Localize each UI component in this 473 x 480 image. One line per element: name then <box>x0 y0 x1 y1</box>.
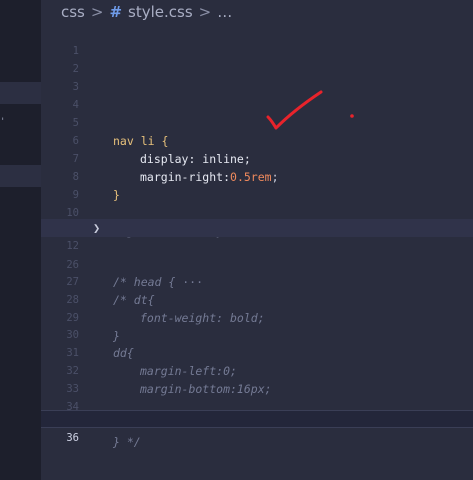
code-line[interactable]: 4 <box>41 78 473 111</box>
breadcrumb-symbols[interactable]: … <box>217 3 232 21</box>
code-line[interactable]: 33 <box>41 362 473 395</box>
code-line[interactable]: 29 } <box>41 291 473 343</box>
code-line[interactable]: 10 /*gestalten Body*/ <box>41 186 473 238</box>
code-line[interactable]: 6 display: inline; <box>41 114 473 166</box>
code-line[interactable]: 9 <box>41 168 473 201</box>
side-panel-tick: ' <box>0 117 6 127</box>
editor-window: ' css > # style.css > … 1 2 3 4 5 nav li… <box>0 0 473 480</box>
side-panel-item[interactable] <box>0 165 41 187</box>
code-line[interactable]: 30 dd{ <box>41 308 473 360</box>
side-panel: ' <box>0 0 41 480</box>
code-line[interactable]: 1 <box>41 24 473 57</box>
code-line[interactable]: 5 nav li { <box>41 96 473 148</box>
code-line[interactable]: 32 margin-bottom:16px; <box>41 344 473 396</box>
line-number: 36 <box>66 432 79 444</box>
code-line[interactable]: 28 font-weight: bold; <box>41 273 473 325</box>
breadcrumb-separator: > <box>198 3 212 21</box>
code-line[interactable]: 31 margin-left:0; <box>41 326 473 378</box>
folded-code-line[interactable]: 12 ❯ /* head { ··· <box>41 219 473 289</box>
code-line[interactable]: 7 margin-right:0.5rem; <box>41 132 473 184</box>
css-comment: } */ <box>113 435 141 449</box>
breadcrumb-folder[interactable]: css <box>61 3 85 21</box>
code-line[interactable]: 8 } <box>41 150 473 202</box>
css-file-icon: # <box>109 3 123 21</box>
side-panel-item[interactable] <box>0 82 41 104</box>
code-line[interactable]: 26 <box>41 238 473 271</box>
current-code-line[interactable]: 36 <box>41 410 473 444</box>
breadcrumb-separator: > <box>90 3 104 21</box>
code-editor[interactable]: 1 2 3 4 5 nav li { 6 display: inline; 7 … <box>41 24 473 480</box>
code-line[interactable]: 2 <box>41 42 473 75</box>
chevron-right-icon[interactable]: ❯ <box>93 219 100 237</box>
code-line[interactable]: 27 /* dt{ <box>41 255 473 307</box>
breadcrumb-file[interactable]: style.css <box>128 3 193 21</box>
breadcrumb: css > # style.css > … <box>41 0 473 24</box>
code-line[interactable]: 34 <box>41 380 473 413</box>
code-line[interactable]: 3 <box>41 60 473 93</box>
